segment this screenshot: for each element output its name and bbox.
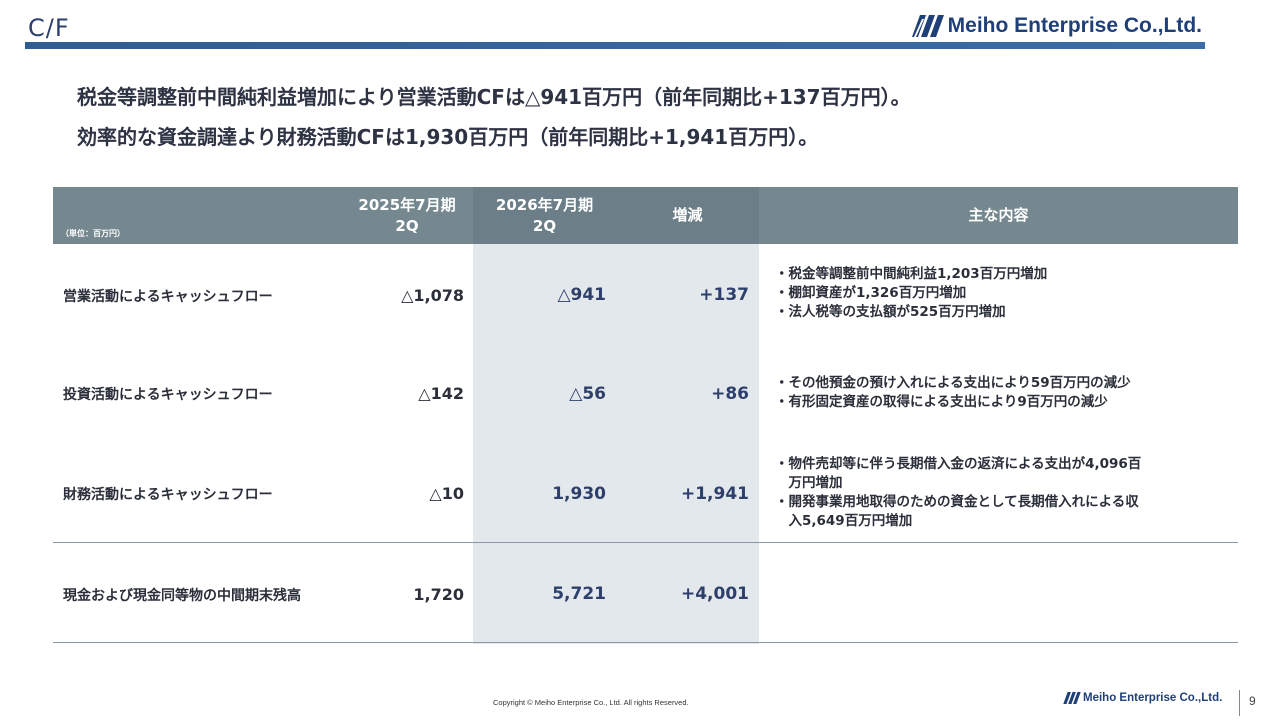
note-item: ・法人税等の支払額が525百万円増加 [775,304,1006,320]
note-item: ・棚卸資産が1,326百万円増加 [775,285,967,301]
value-diff-investing: +86 [711,384,749,404]
row-label-cash-balance: 現金および現金同等物の中間期末残高 [63,588,301,604]
value-diff-operating: +137 [699,285,749,305]
notes-operating: ・税金等調整前中間純利益1,203百万円増加 ・棚卸資産が1,326百万円増加 … [775,265,1047,322]
note-item: ・その他預金の預け入れによる支出により59百万円の減少 [775,375,1131,391]
slide-title: C/F [28,14,70,42]
page-number: 9 [1249,694,1256,708]
note-item: ・税金等調整前中間純利益1,203百万円増加 [775,266,1048,282]
value-prev-financing: △10 [429,484,464,503]
company-logo-mark-icon [911,15,944,37]
table-bottom-border [53,642,1238,643]
column-header-diff: 増減 [672,206,703,224]
note-item: 万円増加 [775,475,843,491]
row-label-financing: 財務活動によるキャッシュフロー [63,487,273,503]
column-header-current: 2026年7月期 2Q [473,187,616,244]
value-prev-cash-balance: 1,720 [413,585,464,604]
row-label-operating: 営業活動によるキャッシュフロー [63,289,273,305]
company-logo: Meiho Enterprise Co.,Ltd. [911,14,1202,38]
value-current-financing: 1,930 [552,484,606,504]
company-name: Meiho Enterprise Co.,Ltd. [947,14,1202,37]
value-diff-cash-balance: +4,001 [680,584,749,604]
footer-company-name: Meiho Enterprise Co.,Ltd. [1083,692,1223,704]
column-header-current-line1: 2026年7月期 [495,195,594,214]
notes-financing: ・物件売却等に伴う長期借入金の返済による支出が4,096百 万円増加 ・開発事業… [775,455,1141,531]
value-current-investing: △56 [569,384,606,404]
footer-divider [1239,690,1240,716]
note-item: 入5,649百万円増加 [775,513,913,529]
row-label-investing: 投資活動によるキャッシュフロー [63,387,273,403]
column-header-prev-line1: 2025年7月期 [358,195,456,214]
value-current-cash-balance: 5,721 [552,584,606,604]
value-diff-financing: +1,941 [680,484,749,504]
column-header-prev-line2: 2Q [395,216,419,235]
unit-label: （単位：百万円） [61,229,125,238]
note-item: ・開発事業用地取得のための資金として長期借入れによる収 [775,494,1139,510]
headline-financing: 効率的な資金調達より財務活動CFは1,930百万円（前年同期比+1,941百万円… [77,125,819,149]
title-bar [25,42,1205,49]
footer-copyright: Copyright © Meiho Enterprise Co., Ltd. A… [493,698,689,707]
footer-logo-mark-icon [1063,692,1081,704]
note-item: ・有形固定資産の取得による支出により9百万円の減少 [775,394,1108,410]
value-prev-operating: △1,078 [401,286,464,305]
highlight-column [473,187,759,644]
row-separator [53,542,1238,543]
footer-logo: Meiho Enterprise Co.,Ltd. [1063,692,1222,704]
note-item: ・物件売却等に伴う長期借入金の返済による支出が4,096百 [775,456,1142,472]
column-header-notes: 主な内容 [968,206,1029,224]
notes-investing: ・その他預金の預け入れによる支出により59百万円の減少 ・有形固定資産の取得によ… [775,374,1131,412]
column-header-current-line2: 2Q [532,216,557,235]
headline-operating: 税金等調整前中間純利益増加により営業活動CFは△941百万円（前年同期比+137… [77,85,911,109]
value-current-operating: △941 [557,285,606,305]
value-prev-investing: △142 [418,384,464,403]
column-header-prev: 2025年7月期 2Q [340,187,474,244]
